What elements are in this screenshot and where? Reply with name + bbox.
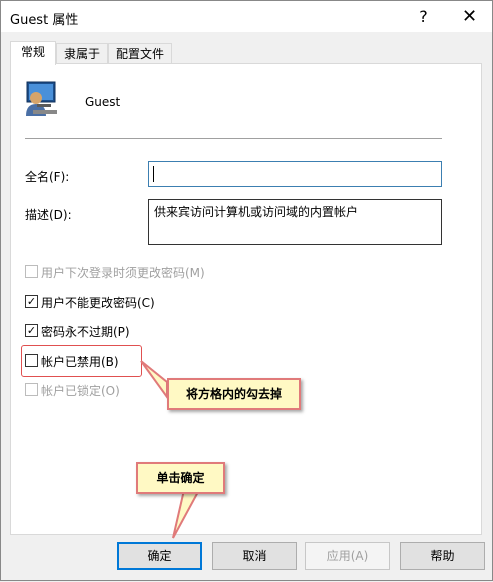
callout-uncheck-note: 将方格内的勾去掉 (167, 378, 301, 410)
properties-dialog: Guest 属性 ? ✕ 常规 隶属于 配置文件 Guest 全名(F): 描述… (0, 0, 493, 581)
tab-general[interactable]: 常规 (10, 41, 56, 65)
help-button[interactable]: 帮助 (400, 542, 485, 570)
callout-arrows (140, 360, 201, 539)
callout-arrow-ok (172, 489, 201, 539)
apply-button: 应用(A) (305, 542, 390, 570)
cancel-button[interactable]: 取消 (212, 542, 297, 570)
callout-arrow-uncheck (140, 360, 168, 401)
ok-button[interactable]: 确定 (117, 542, 202, 570)
callout-click-ok-note: 单击确定 (136, 462, 225, 494)
